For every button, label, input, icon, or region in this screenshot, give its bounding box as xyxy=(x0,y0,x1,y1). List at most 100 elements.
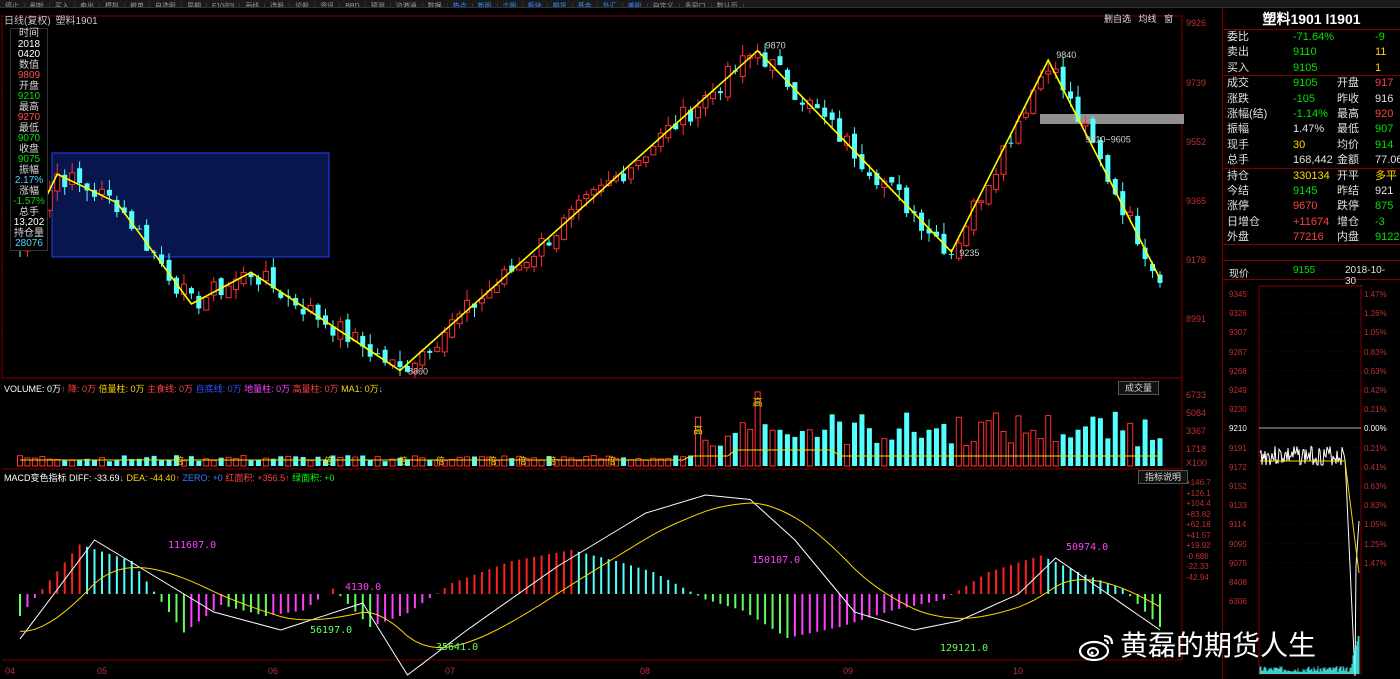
symbol-label: 塑料1901 xyxy=(55,16,98,27)
info-close: 9075 xyxy=(17,154,41,165)
candle-body xyxy=(985,185,992,205)
quote-label: 买入 xyxy=(1227,61,1249,74)
volume-bar xyxy=(919,437,925,466)
volume-bar xyxy=(472,456,478,466)
quote-value: -9 xyxy=(1375,31,1385,43)
quote-value: -71.64% xyxy=(1293,31,1334,43)
date-axis-label: 10 xyxy=(1013,666,1023,676)
quote-value: +11674 xyxy=(1293,215,1330,228)
mini-axis-label: 9114 xyxy=(1229,520,1247,530)
price-axis-label: 9365 xyxy=(1186,196,1207,206)
period-label[interactable]: 日线(复权) xyxy=(4,16,51,27)
volume-bar xyxy=(77,460,83,466)
window-button[interactable]: 窗 xyxy=(1164,14,1173,24)
candle-body xyxy=(904,187,910,214)
indicator-header-part: MA1: 0万 xyxy=(338,384,379,394)
volume-bar xyxy=(866,428,872,466)
indicator-header-part: MACD变色指标 DIFF: -33.69 xyxy=(4,473,120,483)
volume-bar xyxy=(792,436,798,466)
chart-canvas[interactable]: 9870 9840 8860 9235 9610~9605 04 05 06 07 08 09 10 高… xyxy=(0,8,1222,679)
volume-bar xyxy=(315,456,321,466)
volume-bar xyxy=(978,421,985,467)
mini-axis-label: 1.47% xyxy=(1364,558,1387,568)
date-axis-label: 05 xyxy=(97,666,107,676)
quote-title: 塑料1901 l1901 xyxy=(1223,8,1400,30)
volume-selector-button[interactable]: 成交量 xyxy=(1118,381,1160,395)
volume-bar xyxy=(955,416,962,467)
volume-high-mark: 高 xyxy=(693,424,703,437)
volume-bar xyxy=(278,456,284,466)
price-annotation: 9610~9605 xyxy=(1085,135,1130,145)
volume-bar xyxy=(166,460,172,466)
volume-bar xyxy=(985,420,992,467)
quote-value: 920 xyxy=(1375,107,1394,120)
indicator-header-part: ↓ xyxy=(378,384,384,394)
macd-area-label: 129121.0 xyxy=(940,643,988,654)
candle-body xyxy=(523,261,530,269)
quote-value: 9105 xyxy=(1293,77,1318,90)
volume-bar xyxy=(1097,418,1103,466)
candle-body xyxy=(621,173,627,182)
ma-button[interactable]: 均线 xyxy=(1139,14,1157,24)
date-axis-label: 09 xyxy=(843,666,853,676)
weibo-watermark: 黄磊的期货人生 xyxy=(1078,624,1316,664)
mini-axis-label: 9210 xyxy=(1229,424,1247,434)
volume-bar xyxy=(673,455,679,466)
candle-body xyxy=(1127,211,1134,216)
candle-body xyxy=(1008,142,1014,144)
quote-value: 11 xyxy=(1375,46,1387,59)
indicator-header-part: 高量柱: 0万 xyxy=(290,384,339,394)
macd-area-label: 4130.0 xyxy=(345,582,381,593)
volume-bar xyxy=(69,460,76,467)
quote-row: 涨停 9670 跌停 875 xyxy=(1223,199,1400,214)
volume-bar xyxy=(106,461,112,466)
indicator-help-button[interactable]: 指标说明 xyxy=(1138,470,1189,484)
volume-bar xyxy=(1090,416,1096,466)
quote-value: 330134 xyxy=(1293,169,1330,182)
volume-bar xyxy=(762,424,768,466)
volume-bar xyxy=(17,455,23,467)
info-amp: 2.17% xyxy=(14,175,44,186)
mini-axis-label: 8408 xyxy=(1229,578,1247,587)
volume-bar xyxy=(933,428,939,466)
mini-axis-label: 9326 xyxy=(1229,309,1247,319)
candle-body xyxy=(196,295,202,309)
mini-axis-label: 9268 xyxy=(1229,366,1247,376)
volume-bar xyxy=(799,430,805,466)
volume-bar xyxy=(62,460,68,466)
macd-axis-label: +146.7 xyxy=(1186,478,1211,487)
volume-bar xyxy=(806,429,813,467)
volume-bar xyxy=(1127,422,1134,467)
remove-watchlist-button[interactable]: 删自选 xyxy=(1104,14,1131,24)
price-axis-label: 9739 xyxy=(1186,78,1207,88)
kline-chart-area[interactable]: 9870 9840 8860 9235 9610~9605 04 05 06 07 08 09 10 高… xyxy=(0,8,1222,679)
volume-bar xyxy=(747,428,754,467)
mini-axis-label: 0.83% xyxy=(1364,501,1387,511)
volume-bar xyxy=(695,416,702,467)
quote-value: 916 xyxy=(1375,92,1394,105)
volume-bar xyxy=(642,459,649,467)
indicator-header-part: 自底线: 0万 xyxy=(193,384,242,394)
volume-bar xyxy=(1037,438,1044,467)
volume-bar xyxy=(739,422,746,467)
macd-axis-label: +41.57 xyxy=(1186,530,1211,540)
quote-label: 昨结 xyxy=(1337,184,1359,197)
volume-bar xyxy=(478,456,485,467)
volume-bar xyxy=(248,460,254,466)
volume-bar xyxy=(144,457,150,466)
mini-avg-line xyxy=(1260,460,1360,574)
indicator-header-part: 红面积: +356.5 xyxy=(222,473,286,483)
candle-body xyxy=(1022,112,1029,118)
volume-bar xyxy=(1000,430,1007,467)
date-axis-label: 04 xyxy=(5,666,15,676)
quote-label: 金额 xyxy=(1337,154,1359,167)
candle-body xyxy=(1045,70,1052,75)
volume-bar xyxy=(852,422,858,466)
volume-bar xyxy=(159,459,165,466)
quote-label: 持仓 xyxy=(1227,169,1249,182)
volume-bar xyxy=(188,456,194,466)
intraday-mini-chart[interactable] xyxy=(1223,281,1400,679)
volume-double-mark: 倍 xyxy=(518,455,527,466)
chart-title: 日线(复权) 塑料1901 xyxy=(4,12,100,27)
macd-axis-label: +83.82 xyxy=(1186,509,1211,519)
